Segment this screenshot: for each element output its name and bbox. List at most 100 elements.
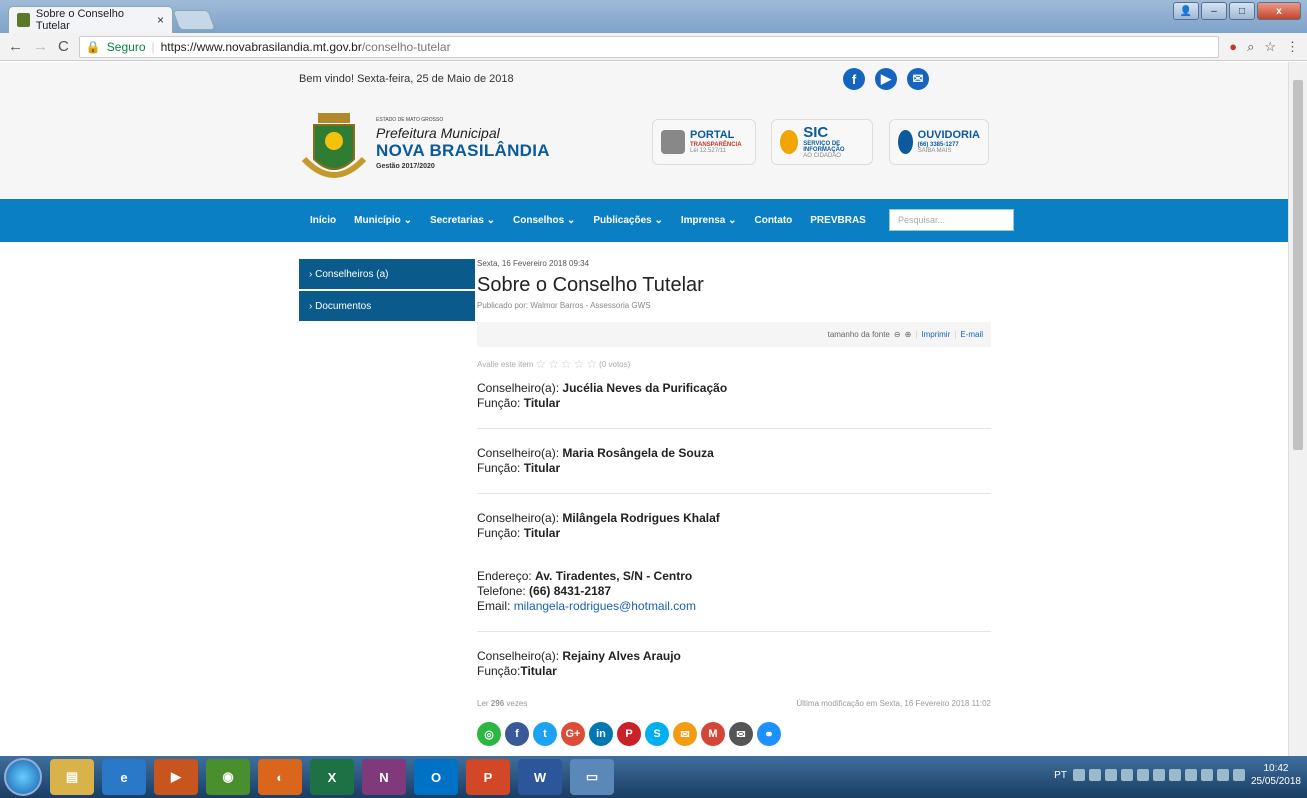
menu-icon[interactable]: ⋮ (1286, 39, 1299, 55)
chrome-icon[interactable]: ◉ (206, 759, 250, 795)
portal-transparencia-badge[interactable]: PORTAL TRANSPARÊNCIA Lei 12.527/11 (652, 119, 756, 165)
minimize-button[interactable]: – (1201, 2, 1227, 20)
zoom-icon[interactable]: ⌕ (1247, 39, 1254, 55)
email-icon[interactable]: ✉ (907, 68, 929, 90)
powerpoint-icon[interactable]: P (466, 759, 510, 795)
article-meta: Ler 296 vezes Última modificação em Sext… (477, 699, 991, 708)
read-count: Ler 296 vezes (477, 699, 528, 708)
nav-imprensa[interactable]: Imprensa ⌄ (681, 215, 737, 226)
counselor-name: Maria Rosângela de Souza (562, 446, 714, 460)
star-icon[interactable]: ☆ (574, 357, 585, 371)
bookmark-star-icon[interactable]: ☆ (1264, 39, 1276, 55)
word-icon[interactable]: W (518, 759, 562, 795)
forward-icon[interactable]: → (33, 38, 48, 55)
label: Função: (477, 664, 521, 678)
ouvidoria-badge[interactable]: OUVIDORIA (66) 3385-1277 SAIBA MAIS (889, 119, 989, 165)
star-icon[interactable]: ☆ (548, 357, 559, 371)
facebook-icon[interactable]: f (843, 68, 865, 90)
vertical-scrollbar[interactable] (1288, 62, 1307, 756)
desktop-app-icon[interactable]: ▭ (570, 759, 614, 795)
city-crest-icon[interactable] (300, 109, 368, 187)
counselor-4: Conselheiro(a): Rejainy Alves Araujo Fun… (477, 649, 991, 679)
gmail-icon[interactable]: M (701, 722, 725, 746)
email-address-link[interactable]: milangela-rodrigues@hotmail.com (514, 599, 696, 613)
email-link[interactable]: E-mail (960, 330, 983, 339)
reload-icon[interactable]: C (58, 38, 69, 55)
star-icon[interactable]: ☆ (586, 357, 597, 371)
role-value: Titular (523, 526, 561, 540)
decrease-font-icon[interactable]: ⊖ (894, 330, 901, 339)
skype-icon[interactable]: S (645, 722, 669, 746)
extension-icon[interactable]: ● (1229, 39, 1237, 55)
back-icon[interactable]: ← (8, 38, 23, 55)
tray-icon[interactable] (1120, 769, 1133, 781)
divider (477, 428, 991, 429)
language-indicator[interactable]: PT (1054, 770, 1067, 781)
tray-icon[interactable] (1136, 769, 1149, 781)
firefox-icon[interactable]: ◐ (258, 759, 302, 795)
nav-contato[interactable]: Contato (754, 215, 792, 226)
search-input[interactable]: Pesquisar... (889, 209, 1014, 231)
onenote-icon[interactable]: N (362, 759, 406, 795)
tray-icon[interactable] (1152, 769, 1165, 781)
tray-icon[interactable] (1168, 769, 1181, 781)
linkedin-icon[interactable]: in (589, 722, 613, 746)
media-player-icon[interactable]: ▶ (154, 759, 198, 795)
info-icon (780, 130, 799, 154)
tray-icon[interactable] (1216, 769, 1229, 781)
top-strip: Bem vindo! Sexta-feira, 25 de Maio de 20… (0, 62, 1288, 97)
outlook-icon[interactable]: O (414, 759, 458, 795)
nav-conselhos[interactable]: Conselhos ⌄ (513, 215, 575, 226)
file-explorer-icon[interactable]: ▤ (50, 759, 94, 795)
secure-label: Seguro (106, 39, 146, 54)
address-bar[interactable]: 🔒 Seguro | https://www.novabrasilandia.m… (78, 35, 1220, 58)
volume-icon[interactable] (1200, 769, 1213, 781)
tray-icon[interactable] (1072, 769, 1085, 781)
nav-municipio[interactable]: Município ⌄ (354, 215, 412, 226)
tab-title: Sobre o Conselho Tutelar (35, 8, 124, 32)
nav-prevbras[interactable]: PREVBRAS (810, 215, 866, 226)
window-titlebar: Sobre o Conselho Tutelar × 👤 – □ x (0, 0, 1307, 33)
link-icon[interactable]: ⚭ (757, 722, 781, 746)
facebook-icon[interactable]: f (505, 722, 529, 746)
nav-inicio[interactable]: Início (310, 215, 336, 226)
star-icon[interactable]: ☆ (535, 357, 546, 371)
star-icon[interactable]: ☆ (561, 357, 572, 371)
sidebar-item-documentos[interactable]: › Documentos (299, 291, 475, 321)
sidebar-item-conselheiros[interactable]: › Conselheiros (a) (299, 259, 475, 289)
print-link[interactable]: Imprimir (921, 330, 950, 339)
tab-close-icon[interactable]: × (157, 13, 164, 27)
youtube-icon[interactable]: ▶ (875, 68, 897, 90)
site-brand[interactable]: ESTADO DE MATO GROSSO Prefeitura Municip… (376, 117, 550, 170)
scrollbar-thumb[interactable] (1293, 80, 1303, 450)
googleplus-icon[interactable]: G+ (561, 722, 585, 746)
windows-taskbar: ▤ e ▶ ◉ ◐ X N O P W ▭ PT 10:42 25/05/201… (0, 756, 1307, 798)
article-date: Sexta, 16 Fevereiro 2018 09:34 (477, 259, 590, 268)
mail-icon[interactable]: ✉ (729, 722, 753, 746)
nav-publicacoes[interactable]: Publicações ⌄ (593, 215, 663, 226)
twitter-icon[interactable]: t (533, 722, 557, 746)
nav-secretarias[interactable]: Secretarias ⌄ (430, 215, 495, 226)
pinterest-icon[interactable]: P (617, 722, 641, 746)
tray-icon[interactable] (1184, 769, 1197, 781)
start-button[interactable] (4, 758, 42, 796)
user-icon[interactable]: 👤 (1173, 2, 1199, 20)
browser-tab[interactable]: Sobre o Conselho Tutelar × (8, 6, 173, 33)
chat-icon (898, 130, 913, 154)
clock[interactable]: 10:42 25/05/2018 (1251, 762, 1301, 788)
increase-font-icon[interactable]: ⊕ (905, 330, 912, 339)
last-modified: Última modificação em Sexta, 16 Fevereir… (796, 699, 991, 708)
tray-icon[interactable] (1232, 769, 1245, 781)
tray-icon[interactable] (1104, 769, 1117, 781)
close-window-button[interactable]: x (1257, 2, 1301, 20)
excel-icon[interactable]: X (310, 759, 354, 795)
internet-explorer-icon[interactable]: e (102, 759, 146, 795)
sic-badge[interactable]: SIC SERVIÇO DE INFORMAÇÃO AO CIDADÃO (771, 119, 873, 165)
label: Endereço: (477, 569, 532, 583)
new-tab-button[interactable] (172, 10, 216, 30)
maximize-button[interactable]: □ (1229, 2, 1255, 20)
label: Telefone: (477, 584, 526, 598)
tray-icon[interactable] (1088, 769, 1101, 781)
email-icon[interactable]: ✉ (673, 722, 697, 746)
whatsapp-icon[interactable]: ◎ (477, 722, 501, 746)
